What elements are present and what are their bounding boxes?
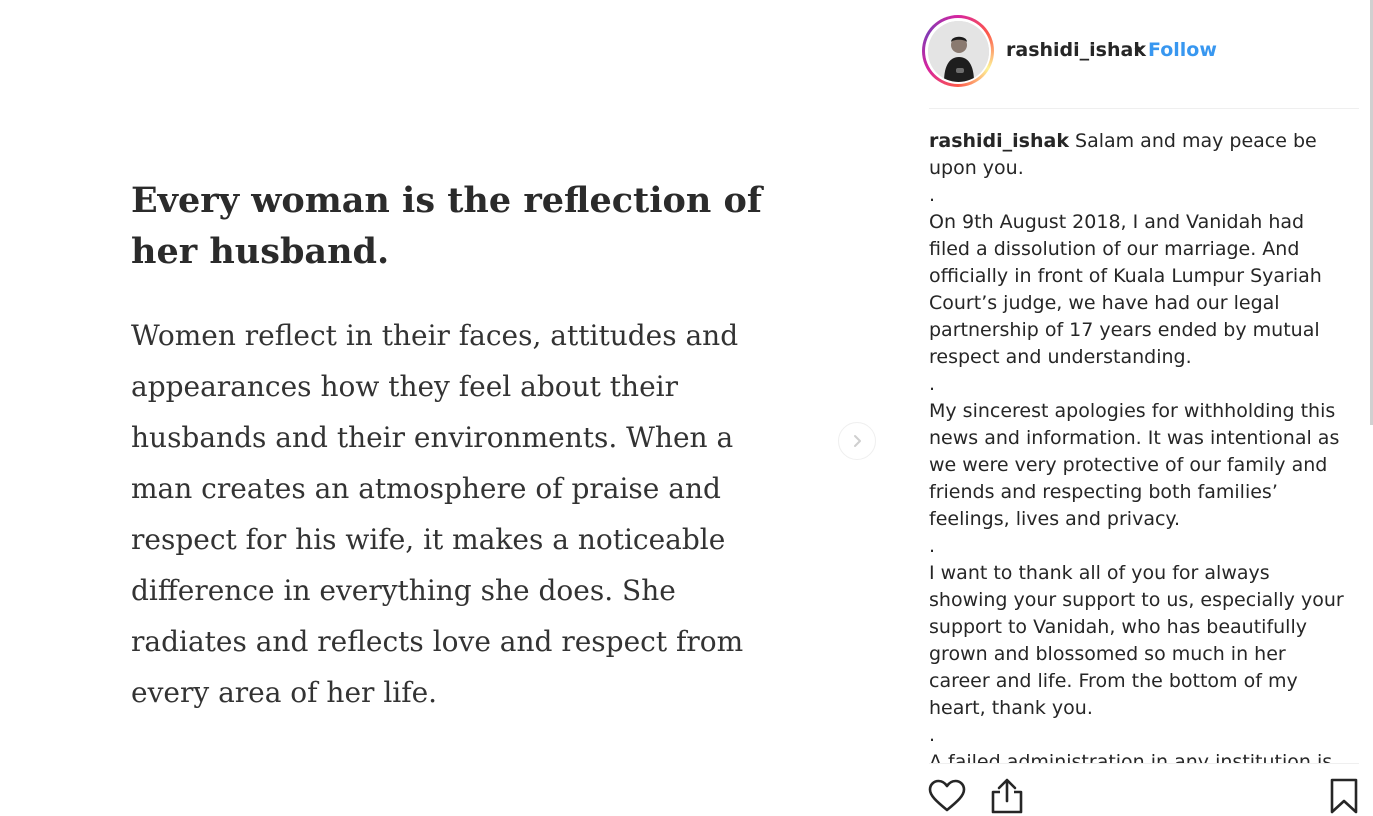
quote-body-line: every area of her life. (131, 676, 438, 709)
post-header: rashidi_ishak • Follow (918, 0, 1358, 108)
header-username[interactable]: rashidi_ishak (1006, 39, 1146, 61)
caption-line: friends and respecting both families’ (929, 481, 1278, 503)
caption-line: partnership of 17 years ended by mutual (929, 319, 1320, 341)
next-image-button[interactable] (838, 422, 876, 460)
caption-line: I want to thank all of you for always (929, 562, 1270, 584)
actions-divider (929, 763, 1359, 764)
quote-body: Women reflect in their faces, attitudes … (131, 310, 771, 718)
post-caption: rashidi_ishak Salam and may peace be upo… (929, 128, 1344, 763)
caption-line: career and life. From the bottom of my (929, 670, 1298, 692)
caption-line: heart, thank you. (929, 697, 1093, 719)
share-icon (991, 778, 1023, 814)
quote-body-line: appearances how they feel about their (131, 370, 678, 403)
quote-body-line: respect for his wife, it makes a noticea… (131, 523, 726, 556)
comments-area[interactable]: rashidi_ishak Salam and may peace be upo… (929, 110, 1373, 763)
header-divider (929, 108, 1359, 109)
avatar[interactable] (922, 15, 994, 87)
caption-line: On 9th August 2018, I and Vanidah had (929, 211, 1305, 233)
caption-text: Salam and may peace be (1068, 130, 1317, 152)
caption-line: officially in front of Kuala Lumpur Syar… (929, 265, 1322, 287)
caption-line: My sincerest apologies for withholding t… (929, 400, 1336, 422)
caption-line: A failed administration in any instituti… (929, 751, 1333, 763)
person-icon (927, 20, 989, 82)
caption-line: feelings, lives and privacy. (929, 508, 1180, 530)
quote-body-line: man creates an atmosphere of praise and (131, 472, 721, 505)
quote-heading: Every woman is the reflection of her hus… (131, 175, 771, 277)
chevron-right-icon (854, 435, 861, 447)
caption-line: . (929, 184, 936, 206)
like-button[interactable] (927, 776, 967, 816)
heart-icon (928, 779, 966, 812)
caption-line: showing your support to us, especially y… (929, 589, 1344, 611)
caption-line: . (929, 535, 936, 557)
caption-line: . (929, 724, 936, 746)
caption-line: we were very protective of our family an… (929, 454, 1328, 476)
caption-line: filed a dissolution of our marriage. And (929, 238, 1300, 260)
caption-line: grown and blossomed so much in her (929, 643, 1286, 665)
post-side-panel: rashidi_ishak • Follow rashidi_ishak Sal… (918, 0, 1373, 816)
caption-first-line: rashidi_ishak Salam and may peace be (929, 128, 1339, 155)
caption-line: news and information. It was intentional… (929, 427, 1340, 449)
quote-heading-line: her husband. (131, 231, 390, 272)
quote-body-line: radiates and reflects love and respect f… (131, 625, 744, 658)
share-button[interactable] (987, 776, 1027, 816)
profile-photo (927, 20, 989, 82)
caption-username[interactable]: rashidi_ishak (929, 130, 1069, 152)
caption-line: support to Vanidah, who has beautifully (929, 616, 1307, 638)
quote-body-line: Women reflect in their faces, attitudes … (131, 319, 739, 352)
quote-heading-line: Every woman is the reflection of (131, 180, 762, 221)
quote-body-line: husbands and their environments. When a (131, 421, 734, 454)
bookmark-icon (1330, 778, 1358, 814)
caption-line: upon you. (929, 157, 1024, 179)
separator-dot: • (1132, 39, 1144, 61)
caption-line: Court’s judge, we have had our legal (929, 292, 1280, 314)
post-image: Every woman is the reflection of her hus… (0, 0, 918, 816)
quote-body-line: difference in everything she does. She (131, 574, 676, 607)
save-button[interactable] (1324, 776, 1364, 816)
caption-line: . (929, 373, 936, 395)
caption-line: respect and understanding. (929, 346, 1192, 368)
follow-button[interactable]: Follow (1148, 39, 1217, 61)
